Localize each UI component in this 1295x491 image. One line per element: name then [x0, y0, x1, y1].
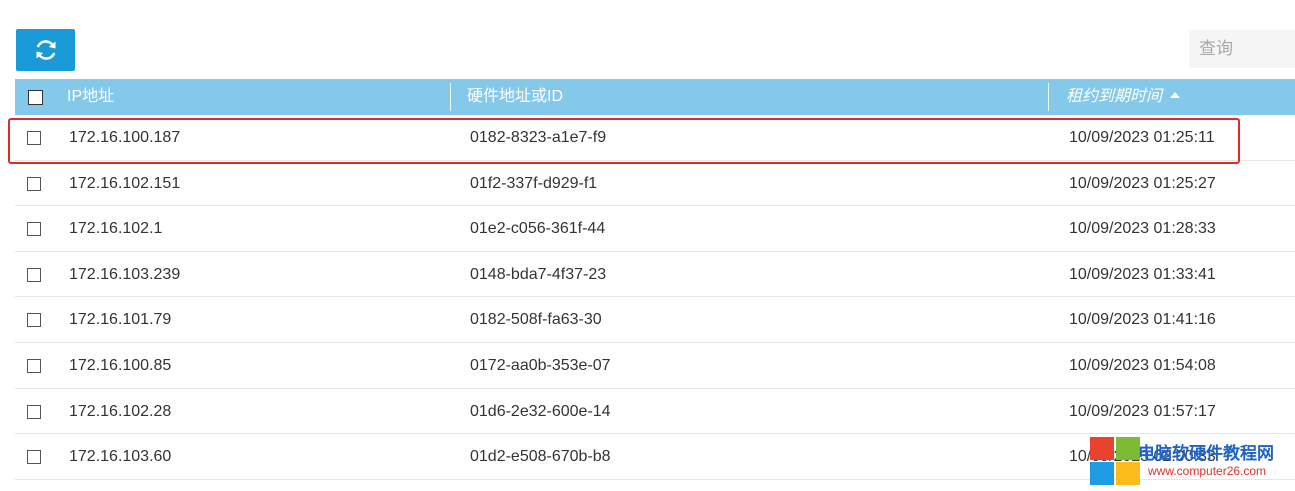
row-checkbox[interactable] [27, 222, 41, 237]
row-checkbox[interactable] [27, 176, 41, 191]
cell-lease-expiry: 10/09/2023 01:25:11 [1069, 129, 1215, 146]
cell-hardware-address: 0172-aa0b-353e-07 [470, 356, 611, 374]
cell-ip: 172.16.102.151 [69, 174, 181, 192]
cell-lease-expiry: 10/09/2023 01:41:16 [1069, 311, 1216, 329]
table-row[interactable]: 172.16.102.1 01e2-c056-361f-44 10/09/202… [15, 206, 1295, 252]
row-checkbox[interactable] [27, 404, 41, 419]
row-checkbox[interactable] [27, 450, 41, 465]
cell-ip: 172.16.102.1 [69, 220, 163, 238]
windows-logo-icon [1090, 437, 1142, 487]
table-row[interactable]: 172.16.102.28 01d6-2e32-600e-14 10/09/20… [15, 389, 1295, 435]
cell-ip: 172.16.101.79 [69, 311, 172, 329]
cell-lease-expiry: 10/09/2023 01:54:08 [1069, 356, 1216, 374]
lease-table: IP地址 硬件地址或ID 租约到期时间 172.16.100.187 0182-… [15, 79, 1295, 480]
cell-lease-expiry: 10/09/2023 01:25:27 [1069, 174, 1216, 192]
table-row[interactable]: 172.16.100.187 0182-8323-a1e7-f9 10/09/2… [15, 115, 1295, 161]
cell-hardware-address: 01d6-2e32-600e-14 [470, 402, 611, 420]
column-divider[interactable] [1048, 83, 1049, 111]
sort-ascending-icon [1170, 91, 1181, 98]
table-row[interactable]: 172.16.103.239 0148-bda7-4f37-23 10/09/2… [15, 252, 1295, 298]
cell-lease-expiry: 10/09/2023 01:57:17 [1069, 402, 1216, 420]
refresh-button[interactable] [16, 29, 75, 71]
cell-hardware-address: 01d2-e508-670b-b8 [470, 448, 611, 466]
row-checkbox[interactable] [27, 358, 41, 373]
header-lease-expiry[interactable]: 租约到期时间 [1066, 79, 1181, 115]
cell-ip: 172.16.100.187 [69, 129, 181, 146]
cell-ip: 172.16.103.239 [69, 265, 181, 283]
row-checkbox[interactable] [27, 131, 41, 145]
select-all-checkbox[interactable] [28, 90, 43, 105]
cell-hardware-address: 01e2-c056-361f-44 [470, 220, 606, 238]
column-divider[interactable] [450, 83, 451, 111]
refresh-icon [36, 40, 55, 60]
watermark-title: 电脑软硬件教程网 [1138, 444, 1274, 464]
header-lease-expiry-label: 租约到期时间 [1066, 88, 1163, 105]
header-hardware-address[interactable]: 硬件地址或ID [467, 79, 563, 115]
row-checkbox[interactable] [27, 313, 41, 328]
cell-hardware-address: 0148-bda7-4f37-23 [470, 265, 607, 283]
cell-ip: 172.16.102.28 [69, 402, 172, 420]
row-checkbox[interactable] [27, 267, 41, 282]
site-watermark: 电脑软硬件教程网 www.computer26.com [1088, 434, 1295, 491]
table-row[interactable]: 172.16.100.85 0172-aa0b-353e-07 10/09/20… [15, 343, 1295, 389]
table-row[interactable]: 172.16.101.79 0182-508f-fa63-30 10/09/20… [15, 297, 1295, 343]
cell-lease-expiry: 10/09/2023 01:28:33 [1069, 220, 1216, 238]
watermark-url: www.computer26.com [1148, 464, 1267, 478]
table-row[interactable]: 172.16.102.151 01f2-337f-d929-f1 10/09/2… [15, 161, 1295, 207]
cell-ip: 172.16.100.85 [69, 356, 172, 374]
cell-ip: 172.16.103.60 [69, 448, 172, 466]
cell-hardware-address: 0182-8323-a1e7-f9 [470, 129, 607, 146]
cell-hardware-address: 01f2-337f-d929-f1 [470, 174, 598, 192]
table-header: IP地址 硬件地址或ID 租约到期时间 [15, 79, 1295, 115]
dhcp-lease-page: IP地址 硬件地址或ID 租约到期时间 172.16.100.187 0182-… [0, 0, 1295, 491]
header-ip-address[interactable]: IP地址 [67, 79, 114, 115]
search-input[interactable] [1189, 30, 1295, 68]
cell-hardware-address: 0182-508f-fa63-30 [470, 311, 602, 329]
cell-lease-expiry: 10/09/2023 01:33:41 [1069, 265, 1216, 283]
